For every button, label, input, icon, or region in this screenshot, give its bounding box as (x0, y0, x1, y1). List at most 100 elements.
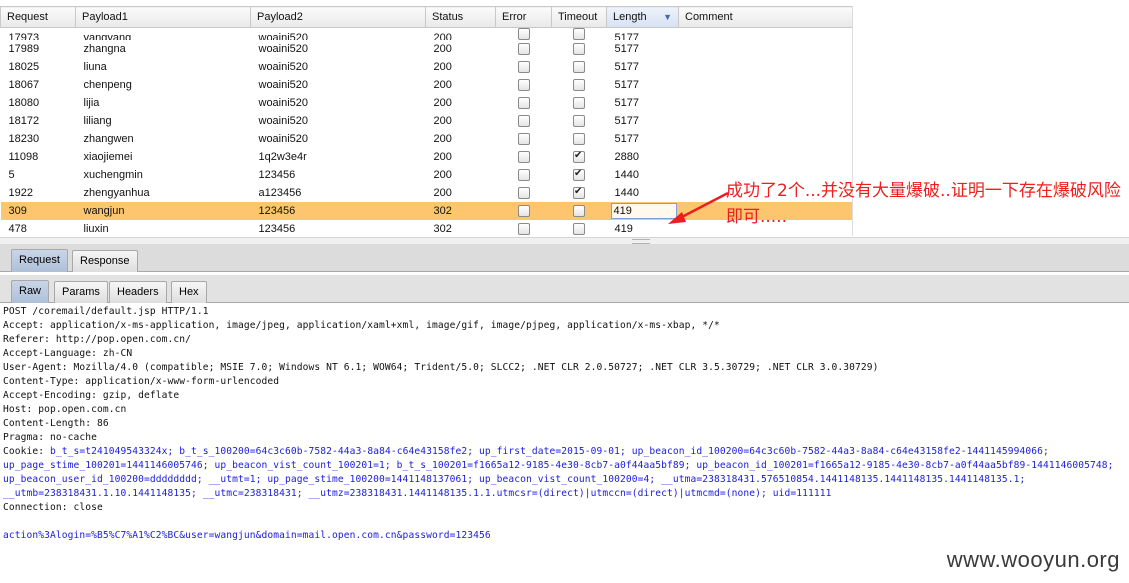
table-row-partial[interactable]: 17973 yangyang woaini520 200 5177 (1, 28, 853, 41)
annotation-text: 成功了2个...并没有大量爆破..证明一下存在爆破风险即可..... (726, 181, 1121, 227)
request-header-line: Host: pop.open.com.cn (3, 404, 127, 415)
subtab-hex[interactable]: Hex (171, 281, 207, 303)
cell-comment (679, 58, 853, 76)
column-header-timeout[interactable]: Timeout (551, 6, 607, 28)
cell-payload1: chenpeng (83, 79, 132, 91)
timeout-checkbox[interactable] (573, 187, 585, 200)
cell-payload1: liuna (83, 61, 107, 73)
timeout-checkbox[interactable] (573, 43, 585, 56)
cookie-value: up_beacon_user_id_100200=dddddddd; __utm… (3, 474, 1026, 485)
column-header-comment[interactable]: Comment (678, 6, 852, 28)
timeout-checkbox[interactable] (573, 115, 585, 128)
error-checkbox[interactable] (517, 169, 530, 182)
timeout-checkbox[interactable] (573, 169, 585, 182)
request-body-line: action%3Alogin=%B5%C7%A1%C2%BC&user=wang… (3, 530, 491, 541)
tab-response[interactable]: Response (72, 250, 138, 272)
table-row[interactable]: 18025 liuna woaini520 200 5177 (1, 58, 853, 76)
cell-request: 18172 (8, 115, 40, 127)
raw-request-viewer[interactable]: POST /coremail/default.jsp HTTP/1.1 Accep… (0, 304, 1129, 583)
subtab-headers[interactable]: Headers (109, 281, 167, 303)
table-row[interactable]: 18067 chenpeng woaini520 200 5177 (1, 76, 853, 94)
timeout-checkbox[interactable] (573, 223, 585, 236)
error-checkbox[interactable] (517, 115, 530, 128)
cell-timeout (552, 58, 607, 76)
cell-error (496, 40, 552, 58)
cell-payload1: zhangwen (83, 133, 134, 145)
column-header-request[interactable]: Request (0, 6, 76, 28)
error-checkbox[interactable] (517, 133, 530, 146)
cell-timeout (551, 202, 607, 220)
column-header-payload1[interactable]: Payload1 (75, 6, 251, 28)
cell-payload2: 1q2w3e4r (258, 151, 307, 163)
cell-status: 200 (433, 43, 452, 55)
cell-comment (679, 130, 853, 148)
table-row[interactable]: 18172 liliang woaini520 200 5177 (1, 112, 853, 130)
column-header-error[interactable]: Error (495, 6, 552, 28)
timeout-checkbox[interactable] (573, 79, 585, 92)
cookie-line: __utmb=238318431.1.10.1441148135; __utmc… (3, 488, 832, 499)
error-checkbox[interactable] (517, 151, 530, 164)
cell-timeout (552, 112, 607, 130)
tab-request[interactable]: Request (11, 249, 68, 272)
cell-length: 5177 (614, 79, 639, 91)
cell-timeout (552, 94, 607, 112)
cell-timeout (552, 130, 607, 148)
cell-timeout (552, 166, 607, 184)
cell-comment (679, 40, 853, 58)
error-checkbox[interactable] (517, 97, 530, 110)
timeout-checkbox[interactable] (573, 61, 585, 74)
table-row[interactable]: 11098 xiaojiemei 1q2w3e4r 200 2880 (1, 148, 853, 166)
subtab-raw[interactable]: Raw (11, 280, 50, 303)
error-checkbox[interactable] (517, 79, 530, 92)
table-row[interactable]: 5 xuchengmin 123456 200 1440 (1, 166, 853, 184)
cookie-value: __utmb=238318431.1.10.1441148135; __utmc… (3, 488, 832, 499)
cell-request: 11098 (8, 151, 39, 163)
cell-status: 200 (433, 115, 452, 127)
cell-request: 18025 (8, 61, 40, 73)
timeout-checkbox[interactable] (573, 28, 585, 40)
cookie-label: Cookie: (3, 446, 51, 457)
column-header-payload2[interactable]: Payload2 (250, 6, 426, 28)
cell-error (496, 184, 552, 202)
cell-length: 5177 (614, 133, 639, 145)
cell-error (496, 112, 552, 130)
cell-timeout (552, 148, 607, 166)
cell-timeout (552, 184, 607, 202)
cell-error (496, 28, 552, 40)
cell-comment (679, 76, 853, 94)
table-row[interactable]: 17989 zhangna woaini520 200 5177 (1, 40, 853, 58)
error-checkbox[interactable] (517, 205, 530, 218)
cell-length: 1440 (614, 169, 639, 181)
cell-error (496, 220, 552, 236)
timeout-checkbox[interactable] (573, 97, 585, 110)
cell-status: 200 (433, 133, 452, 145)
request-header-line: Pragma: no-cache (3, 432, 98, 443)
cell-payload1: zhangna (83, 43, 126, 55)
cell-status: 200 (433, 151, 452, 163)
cell-request: 17989 (8, 43, 40, 55)
split-pane-divider[interactable] (0, 237, 1129, 244)
timeout-checkbox[interactable] (573, 205, 585, 218)
error-checkbox[interactable] (517, 187, 530, 200)
column-header-status[interactable]: Status (425, 6, 496, 28)
cell-status: 200 (433, 97, 452, 109)
cell-payload2: woaini520 (258, 115, 309, 127)
timeout-checkbox[interactable] (573, 133, 585, 146)
error-checkbox[interactable] (517, 223, 530, 236)
table-row[interactable]: 18230 zhangwen woaini520 200 5177 (1, 130, 853, 148)
subtab-params[interactable]: Params (54, 281, 108, 303)
cell-error (496, 130, 552, 148)
cell-status: 200 (433, 61, 452, 73)
cell-comment (679, 28, 853, 41)
cookie-line: Cookie: b_t_s=t241049543324x; b_t_s_1002… (3, 446, 1049, 457)
cell-comment (679, 148, 853, 166)
table-row[interactable]: 18080 lijia woaini520 200 5177 (1, 94, 853, 112)
cell-timeout (552, 40, 607, 58)
cell-request: 478 (8, 223, 27, 235)
error-checkbox[interactable] (517, 43, 530, 56)
error-checkbox[interactable] (517, 61, 530, 74)
timeout-checkbox[interactable] (573, 151, 585, 164)
cell-payload2: woaini520 (258, 32, 309, 40)
column-header-length[interactable]: Length ▼ (606, 6, 679, 28)
error-checkbox[interactable] (517, 28, 530, 40)
